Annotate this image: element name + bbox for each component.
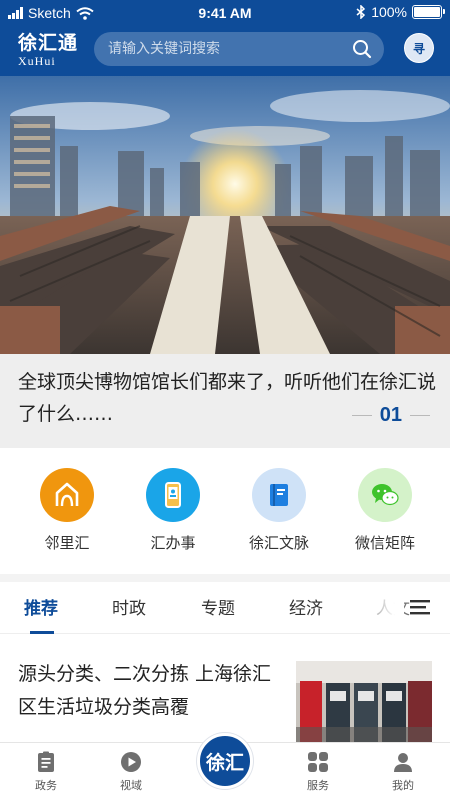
phone-service-icon [146,468,200,522]
document-icon [38,751,54,772]
nav-item-video[interactable]: 视域 [101,751,161,793]
tab-politics[interactable]: 时政 [112,594,146,619]
wechat-icon [358,468,412,522]
article-title: 源头分类、二次分拣 上海徐汇区生活垃圾分类高覆 [18,663,272,718]
app-screen: Sketch 9:41 AM 100% 徐汇通 XuHui 请输入关键词搜索 寻… [0,0,450,800]
nav-item-service[interactable]: 服务 [288,751,348,793]
category-tabs: 推荐 时政 专题 经济 人文 [0,582,450,634]
banner-photo [0,76,450,354]
pager-line-right [410,415,430,416]
section-divider [0,574,450,582]
tab-fade [360,582,404,632]
logo-chinese: 徐汇通 [18,32,79,54]
article-thumbnail [296,661,432,742]
quick-entry-linlihui[interactable]: 邻里汇 [17,468,117,553]
user-icon [394,753,412,772]
pager-line-left [351,415,372,416]
grid-icon [308,752,328,772]
nav-item-profile[interactable]: 我的 [373,751,433,793]
quick-entries: 邻里汇 汇办事 徐汇文脉 微信矩阵 [0,448,450,574]
status-right: 100% [356,4,445,20]
quick-entry-wechat[interactable]: 微信矩阵 [335,468,435,553]
nav-label: 视域 [120,779,142,792]
battery-icon [412,5,445,19]
menu-icon[interactable] [410,599,430,615]
search-icon[interactable] [352,39,372,59]
center-logo-icon: 徐汇 [205,751,244,774]
quick-entry-label: 汇办事 [150,534,196,552]
nav-label: 我的 [392,779,414,792]
play-icon [121,752,141,772]
nav-label: 服务 [307,779,329,792]
bottom-nav: 政务 视域 徐汇 服务 我的 [0,733,450,800]
logo-english: XuHui [18,54,56,68]
pager-number: 01 [379,404,402,426]
search-bar[interactable] [94,32,384,66]
center-logo-button[interactable]: 徐汇 [197,733,253,789]
quick-entry-label: 邻里汇 [44,534,90,552]
avatar[interactable]: 寻 [404,33,434,63]
quick-entry-label: 徐汇文脉 [248,534,309,552]
search-input[interactable] [108,32,338,66]
article-item[interactable]: 源头分类、二次分拣 上海徐汇区生活垃圾分类高覆 [0,646,450,742]
banner-pager: 01 [351,404,430,427]
status-bar: Sketch 9:41 AM 100% [0,0,450,28]
nav-label: 政务 [35,779,57,792]
nav-item-government[interactable]: 政务 [16,751,76,793]
book-icon [252,468,306,522]
battery-percent: 100% [371,4,407,20]
app-header: 徐汇通 XuHui 寻 [0,28,450,76]
neighborhood-icon [40,468,94,522]
quick-entry-huibanshi[interactable]: 汇办事 [123,468,223,553]
banner-image[interactable] [0,76,450,354]
active-tab-indicator [30,631,54,634]
app-logo: 徐汇通 XuHui [18,32,78,68]
quick-entry-label: 微信矩阵 [354,534,415,552]
quick-entry-wenmai[interactable]: 徐汇文脉 [229,468,329,553]
banner-caption[interactable]: 全球顶尖博物馆馆长们都来了，听听他们在徐汇说了什么…… 01 [0,354,450,448]
tab-recommend[interactable]: 推荐 [24,594,58,619]
tab-economy[interactable]: 经济 [289,594,323,619]
bluetooth-icon [356,5,366,19]
tab-topics[interactable]: 专题 [201,594,235,619]
